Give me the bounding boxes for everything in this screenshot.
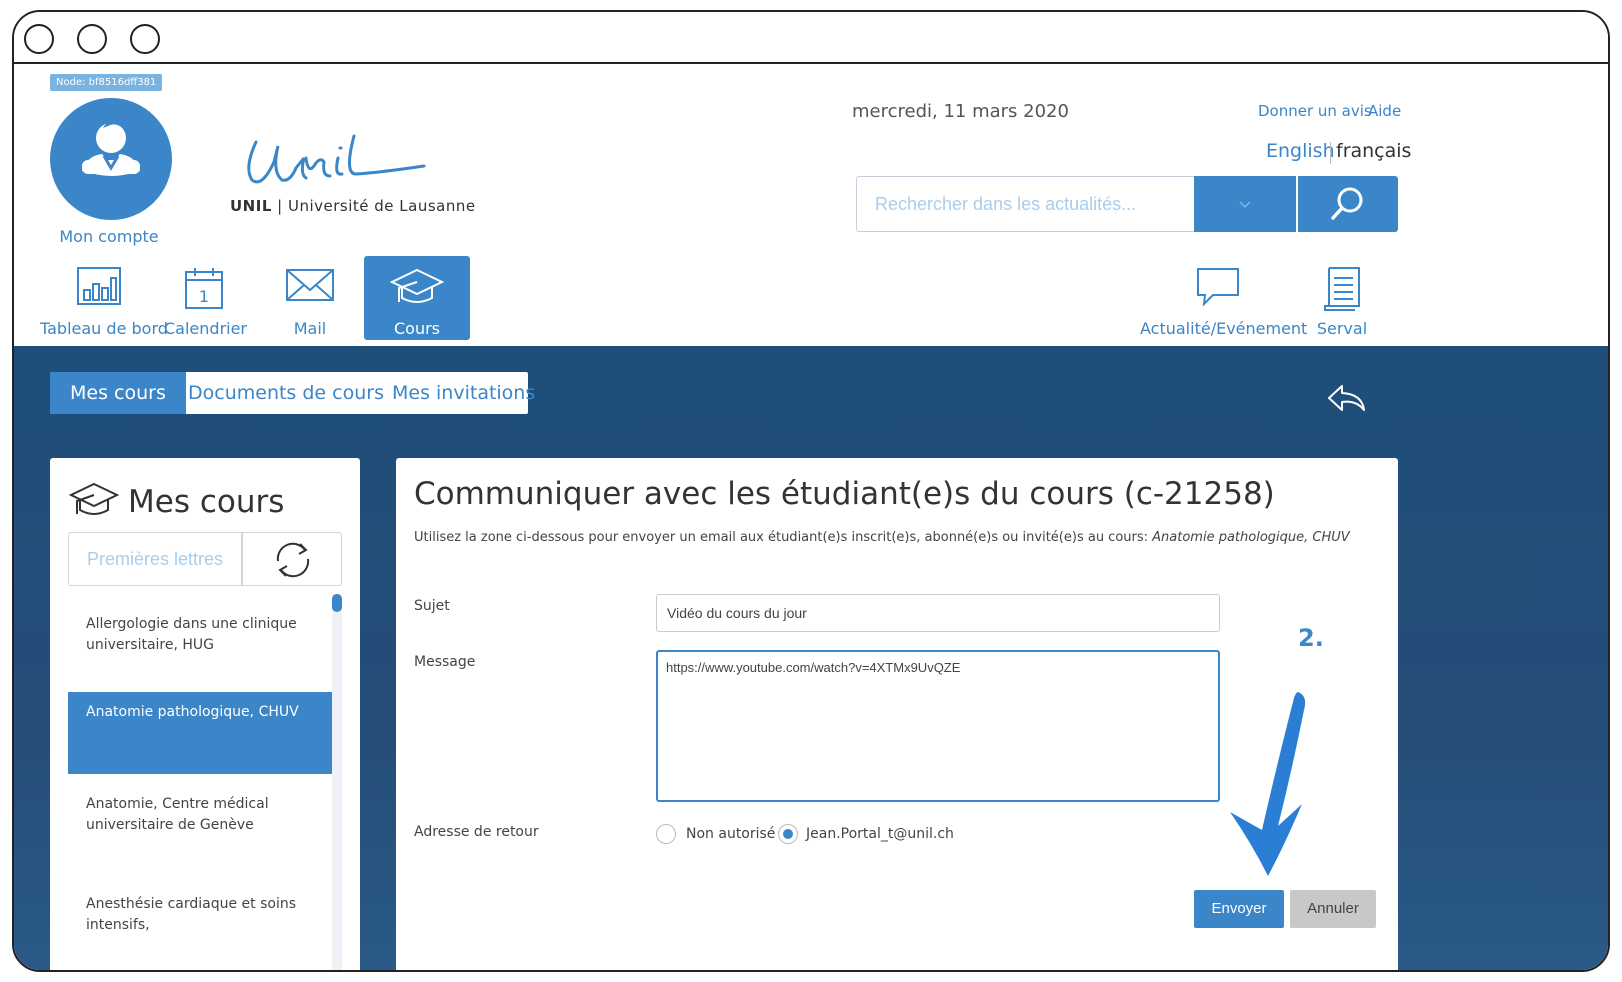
lang-english-link[interactable]: English bbox=[1266, 140, 1335, 162]
subject-label: Sujet bbox=[414, 598, 450, 614]
window-titlebar bbox=[14, 12, 1608, 64]
radio-not-allowed-label[interactable]: Non autorisé bbox=[686, 826, 775, 842]
search-category-dropdown[interactable] bbox=[1194, 176, 1296, 232]
subject-input[interactable] bbox=[656, 594, 1220, 632]
nav-dashboard-label: Tableau de bord bbox=[40, 319, 168, 338]
graduation-cap-icon bbox=[68, 482, 120, 515]
logo-subtitle: UNIL | Université de Lausanne bbox=[230, 197, 476, 215]
arrow-down-icon bbox=[1230, 692, 1306, 876]
logo-separator: | bbox=[271, 197, 288, 215]
radio-not-allowed[interactable] bbox=[656, 824, 676, 844]
nav-dashboard[interactable]: Tableau de bord bbox=[40, 256, 168, 340]
message-label: Message bbox=[414, 654, 476, 670]
nav-mail-label: Mail bbox=[293, 319, 327, 338]
unil-logo[interactable]: UNIL | Université de Lausanne bbox=[224, 134, 484, 224]
tab-course-documents[interactable]: Documents de cours bbox=[188, 372, 384, 414]
envelope-icon bbox=[286, 269, 334, 301]
nav-mail[interactable]: Mail bbox=[270, 256, 350, 340]
chevron-down-icon bbox=[1239, 201, 1251, 209]
communicate-panel: Communiquer avec les étudiant(e)s du cou… bbox=[396, 458, 1398, 970]
course-tabs: Mes cours Documents de cours Mes invitat… bbox=[50, 372, 535, 414]
radio-email[interactable] bbox=[778, 824, 798, 844]
page-description: Utilisez la zone ci-dessous pour envoyer… bbox=[414, 530, 1350, 545]
nav-calendar[interactable]: 1 Calendrier bbox=[164, 256, 248, 340]
user-avatar-icon[interactable] bbox=[50, 98, 172, 220]
refresh-icon bbox=[276, 542, 310, 578]
course-list-item-selected[interactable]: Anatomie pathologique, CHUV bbox=[68, 692, 332, 774]
calendar-day: 1 bbox=[199, 287, 209, 306]
calendar-icon: 1 bbox=[185, 268, 223, 309]
lang-french-link[interactable]: français bbox=[1336, 140, 1411, 162]
graduation-cap-icon bbox=[389, 268, 445, 303]
search-button[interactable] bbox=[1298, 176, 1398, 232]
logo-university: Université de Lausanne bbox=[287, 197, 476, 215]
description-course-name: Anatomie pathologique, CHUV bbox=[1152, 530, 1350, 545]
nav-courses[interactable]: Cours bbox=[364, 256, 470, 340]
browser-window: Node: bf8516dff381 Mon compte UNIL | Uni… bbox=[12, 10, 1610, 972]
logo-script bbox=[234, 128, 434, 202]
reply-arrow-icon[interactable] bbox=[1326, 382, 1368, 414]
description-text: Utilisez la zone ci-dessous pour envoyer… bbox=[414, 530, 1153, 545]
nav-serval[interactable]: Serval bbox=[1310, 256, 1374, 340]
page-title: Communiquer avec les étudiant(e)s du cou… bbox=[414, 476, 1275, 512]
cancel-button[interactable]: Annuler bbox=[1290, 890, 1376, 928]
my-courses-panel: Mes cours Allergologie dans une clinique… bbox=[50, 458, 360, 970]
tab-my-invitations[interactable]: Mes invitations bbox=[392, 372, 535, 414]
nav-calendar-label: Calendrier bbox=[164, 319, 248, 338]
nav-serval-label: Serval bbox=[1316, 319, 1368, 338]
send-button[interactable]: Envoyer bbox=[1194, 890, 1284, 928]
window-close-control[interactable] bbox=[24, 24, 54, 54]
window-minimize-control[interactable] bbox=[77, 24, 107, 54]
course-list-item[interactable]: Anesthésie cardiaque et soins intensifs, bbox=[68, 884, 332, 946]
search-input[interactable] bbox=[856, 176, 1198, 232]
site-header: Node: bf8516dff381 Mon compte UNIL | Uni… bbox=[14, 64, 1608, 346]
nav-courses-label: Cours bbox=[393, 319, 440, 338]
main-area: Mes cours Documents de cours Mes invitat… bbox=[14, 346, 1608, 970]
document-icon bbox=[1324, 267, 1360, 311]
bar-chart-icon bbox=[77, 267, 121, 305]
course-filter-input[interactable] bbox=[68, 532, 242, 586]
message-textarea[interactable]: https://www.youtube.com/watch?v=4XTMx9Uv… bbox=[656, 650, 1220, 802]
course-list-item[interactable]: Anatomie, Centre médical universitaire d… bbox=[68, 784, 332, 846]
nav-news-label: Actualité/Evénement bbox=[1140, 319, 1308, 338]
course-list-item[interactable]: Allergologie dans une clinique universit… bbox=[68, 604, 332, 666]
current-date: mercredi, 11 mars 2020 bbox=[852, 101, 1069, 122]
nav-news-events[interactable]: Actualité/Evénement bbox=[1140, 256, 1308, 340]
account-link[interactable]: Mon compte bbox=[34, 227, 184, 246]
speech-bubble-icon bbox=[1197, 268, 1239, 307]
panel-title: Mes cours bbox=[128, 484, 285, 520]
lang-separator bbox=[1330, 142, 1331, 164]
node-badge: Node: bf8516dff381 bbox=[50, 74, 163, 91]
feedback-link[interactable]: Donner un avis bbox=[1258, 102, 1372, 120]
refresh-button[interactable] bbox=[242, 532, 342, 586]
tab-my-courses[interactable]: Mes cours bbox=[50, 372, 186, 414]
scrollbar-thumb[interactable] bbox=[332, 594, 342, 612]
page-content: Node: bf8516dff381 Mon compte UNIL | Uni… bbox=[14, 64, 1608, 970]
search-bar bbox=[856, 176, 1398, 232]
logo-brand: UNIL bbox=[230, 197, 272, 215]
window-maximize-control[interactable] bbox=[130, 24, 160, 54]
course-list-scrollbar[interactable] bbox=[332, 594, 342, 970]
return-address-label: Adresse de retour bbox=[414, 824, 539, 840]
search-icon bbox=[1331, 187, 1363, 220]
radio-email-label[interactable]: Jean.Portal_t@unil.ch bbox=[806, 826, 954, 842]
step-annotation: 2. bbox=[1298, 624, 1324, 652]
help-link[interactable]: Aide bbox=[1368, 102, 1401, 120]
